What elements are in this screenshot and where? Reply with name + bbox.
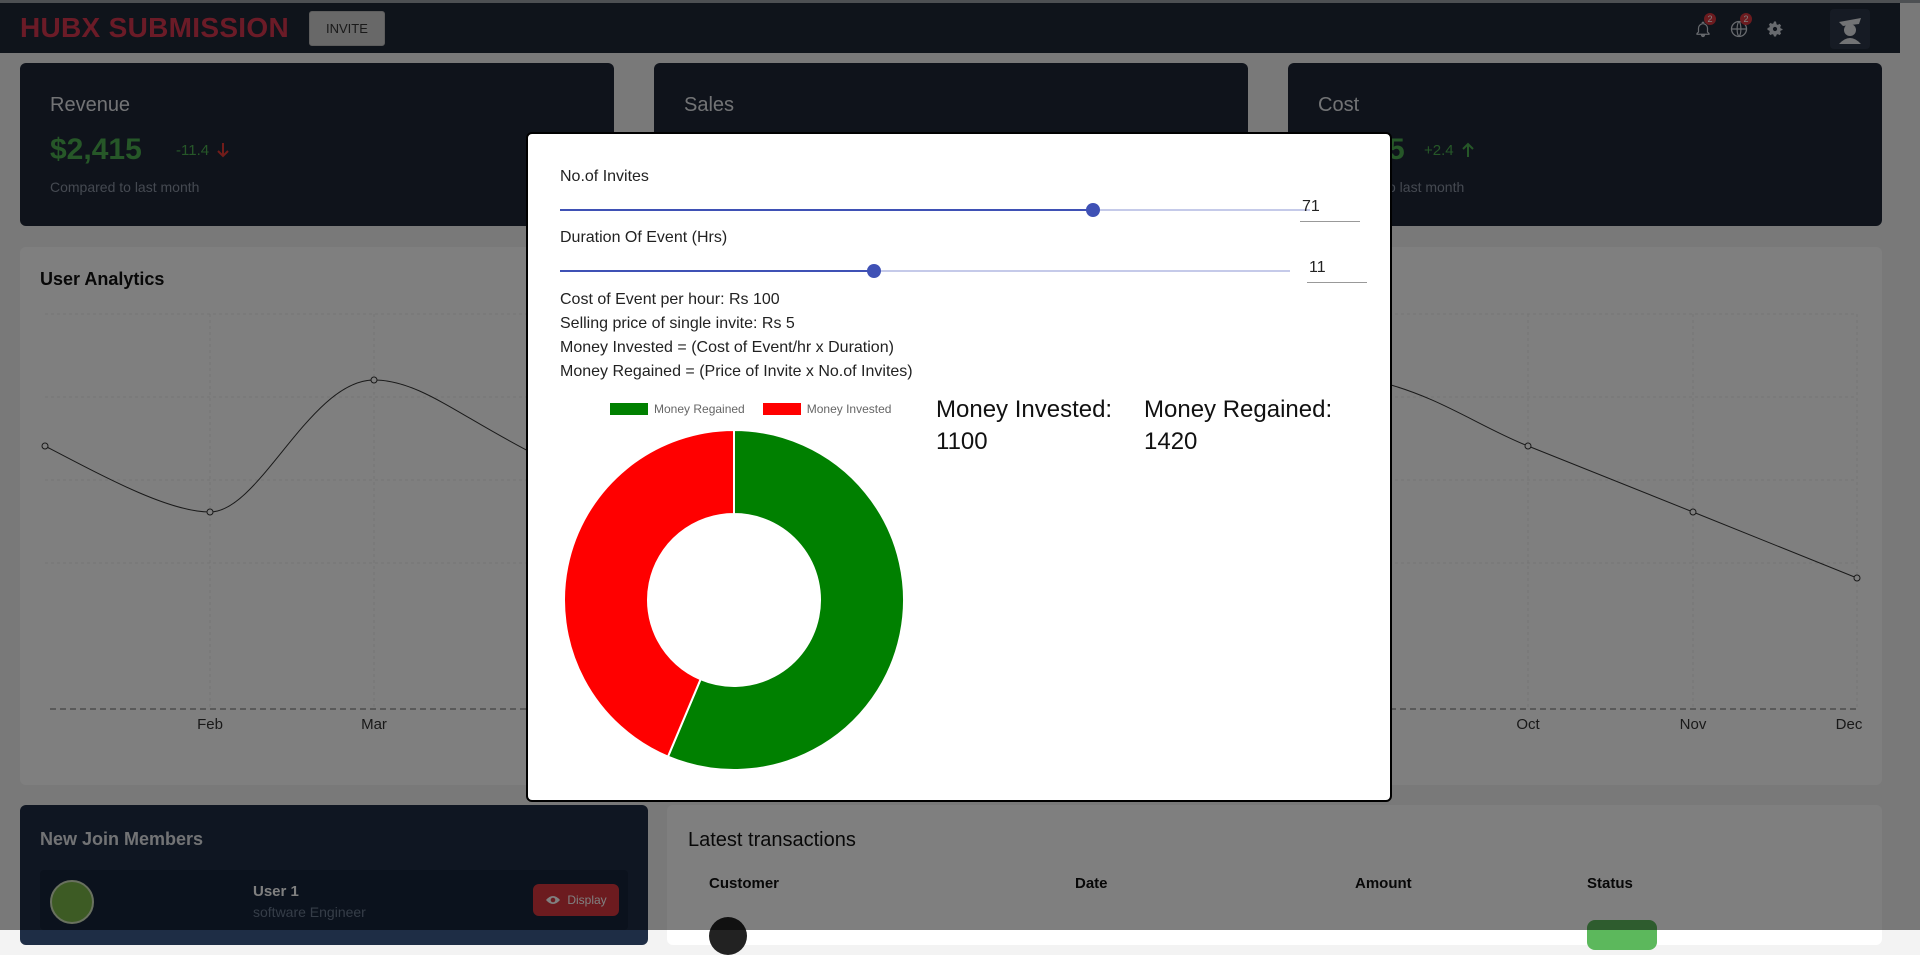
- invite-calculator-modal: No.of Invites 71 Duration Of Event (Hrs)…: [526, 132, 1392, 802]
- invites-slider-thumb[interactable]: [1085, 203, 1100, 217]
- info-line: Selling price of single invite: Rs 5: [560, 315, 795, 332]
- info-line: Money Invested = (Cost of Event/hr x Dur…: [560, 339, 894, 356]
- invites-slider-label: No.of Invites: [560, 168, 649, 185]
- invites-slider-track: [560, 209, 1093, 211]
- money-regained-label: Money Regained:: [1144, 396, 1333, 423]
- duration-slider-track: [560, 270, 874, 272]
- money-regained-stat: Money Regained: 1420: [1144, 394, 1332, 458]
- duration-slider-label: Duration Of Event (Hrs): [560, 229, 728, 246]
- legend-label-regained: Money Regained: [654, 402, 745, 416]
- invites-input[interactable]: 71: [1300, 198, 1360, 222]
- money-doughnut-chart: [563, 428, 905, 771]
- info-line: Cost of Event per hour: Rs 100: [560, 291, 780, 308]
- money-invested-value: 1100: [936, 428, 988, 455]
- money-regained-value: 1420: [1144, 428, 1198, 455]
- legend-swatch-invested: [762, 403, 801, 415]
- legend-swatch-regained: [610, 403, 648, 415]
- info-line: Money Regained = (Price of Invite x No.o…: [560, 363, 913, 380]
- duration-input[interactable]: 11: [1307, 259, 1367, 283]
- duration-slider-thumb[interactable]: [866, 264, 881, 278]
- legend-label-invested: Money Invested: [806, 402, 892, 416]
- money-invested-stat: Money Invested: 1100: [936, 394, 1112, 458]
- chart-legend: Money Regained Money Invested: [610, 402, 891, 416]
- money-invested-label: Money Invested:: [936, 396, 1113, 423]
